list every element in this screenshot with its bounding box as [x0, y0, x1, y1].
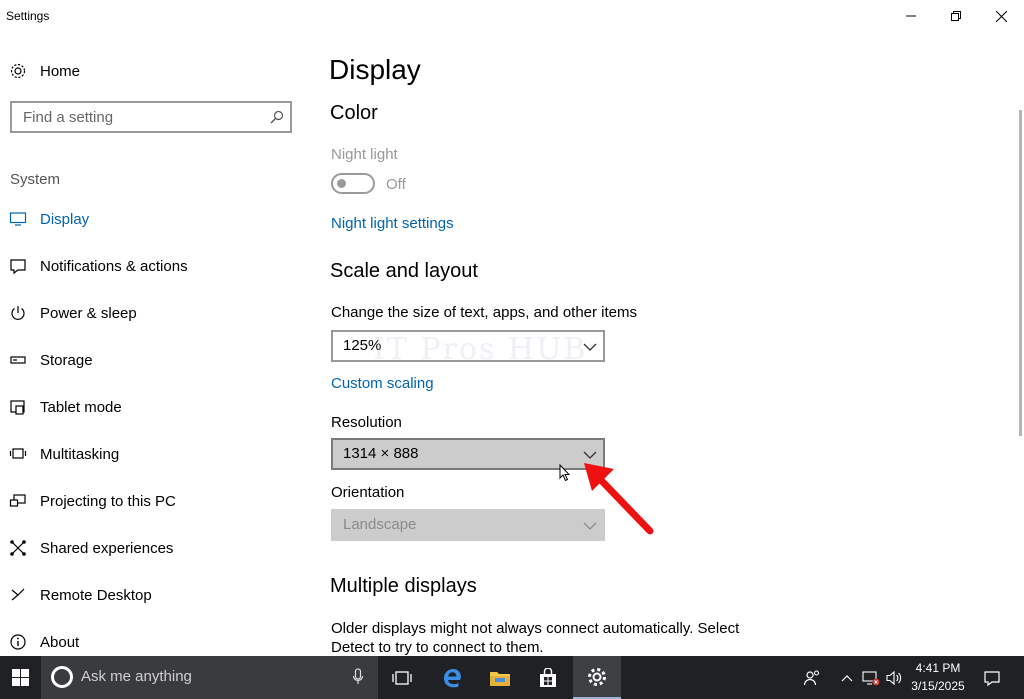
sidebar-item-tablet-mode[interactable]: Tablet mode — [0, 395, 310, 442]
action-center-icon — [984, 670, 1000, 686]
minimize-button[interactable] — [888, 0, 934, 32]
night-light-state: Off — [386, 176, 406, 193]
edge-icon — [444, 668, 461, 687]
network-button[interactable] — [860, 656, 882, 699]
home-label: Home — [40, 63, 81, 80]
orientation-dropdown[interactable]: Landscape — [331, 509, 605, 541]
sidebar-item-label: Multitasking — [40, 446, 120, 463]
sidebar-item-power-sleep[interactable]: Power & sleep — [0, 301, 310, 348]
scrollbar[interactable] — [1019, 110, 1022, 436]
taskbar: Ask me anything 4:41 PM 3/15/2025 — [0, 656, 1024, 699]
sidebar-item-multitasking[interactable]: Multitasking — [0, 442, 310, 489]
page-title: Display — [330, 54, 421, 85]
storage-icon — [10, 356, 26, 364]
file-explorer-taskbar-button[interactable] — [476, 656, 524, 699]
task-view-icon — [392, 670, 412, 685]
close-button[interactable] — [978, 0, 1024, 32]
sidebar-item-display[interactable]: Display — [0, 207, 310, 254]
shared-icon — [10, 540, 26, 556]
multitasking-icon — [9, 448, 27, 459]
sidebar-item-projecting[interactable]: Projecting to this PC — [0, 489, 310, 536]
power-icon — [11, 306, 25, 320]
tablet-icon — [10, 400, 25, 415]
restore-icon — [951, 11, 961, 21]
microphone-icon[interactable] — [352, 668, 364, 686]
windows-logo-icon — [11, 669, 29, 686]
taskbar-search-placeholder: Ask me anything — [81, 668, 192, 685]
main-content: Display Color Night light Off Night ligh… — [330, 32, 1020, 656]
sidebar-item-label: Tablet mode — [40, 399, 122, 416]
sidebar-item-label: Notifications & actions — [40, 258, 188, 275]
store-icon — [540, 667, 556, 687]
clock-time: 4:41 PM — [915, 661, 961, 675]
resolution-label: Resolution — [331, 414, 402, 431]
mouse-cursor-icon — [559, 464, 571, 482]
find-setting-input[interactable]: Find a setting — [10, 101, 292, 133]
close-icon — [995, 10, 1007, 22]
sidebar-item-label: Power & sleep — [40, 305, 137, 322]
home-nav-item[interactable]: Home — [0, 58, 300, 84]
chevron-up-icon — [841, 674, 853, 681]
network-disconnected-icon — [862, 670, 880, 685]
sidebar-item-remote-desktop[interactable]: Remote Desktop — [0, 583, 310, 630]
clock-date: 3/15/2025 — [911, 679, 965, 693]
multiple-displays-description: Older displays might not always connect … — [331, 620, 740, 656]
section-label-system: System — [10, 171, 61, 188]
orientation-label: Orientation — [331, 484, 405, 501]
project-icon — [9, 494, 26, 507]
remote-icon — [11, 588, 25, 601]
cortana-icon[interactable] — [51, 666, 73, 688]
file-explorer-icon — [490, 671, 510, 686]
store-taskbar-button[interactable] — [524, 656, 572, 699]
title-bar: Settings — [0, 0, 1024, 32]
action-center-button[interactable] — [978, 656, 1006, 699]
sidebar-item-label: Shared experiences — [40, 540, 174, 557]
night-light-settings-link[interactable]: Night light settings — [331, 215, 454, 232]
sidebar-item-shared-experiences[interactable]: Shared experiences — [0, 536, 310, 583]
sidebar-item-label: About — [40, 634, 80, 651]
orientation-value: Landscape — [343, 516, 417, 533]
sidebar-item-storage[interactable]: Storage — [0, 348, 310, 395]
show-hidden-icons-button[interactable] — [836, 656, 858, 699]
task-view-button[interactable] — [378, 656, 426, 699]
scale-layout-heading: Scale and layout — [330, 260, 478, 282]
color-heading: Color — [330, 102, 378, 124]
settings-icon — [588, 667, 606, 686]
resolution-value: 1314 × 888 — [343, 445, 419, 462]
people-icon — [803, 669, 820, 685]
taskbar-clock[interactable]: 4:41 PM 3/15/2025 — [902, 659, 974, 695]
sidebar: Home Find a setting System Display Notif… — [0, 32, 310, 656]
custom-scaling-link[interactable]: Custom scaling — [331, 375, 434, 392]
minimize-icon — [906, 15, 916, 17]
sidebar-nav: Display Notifications & actions Power & … — [0, 207, 310, 677]
gear-icon — [10, 63, 26, 79]
night-light-toggle[interactable] — [331, 173, 375, 194]
monitor-icon — [9, 212, 27, 226]
settings-taskbar-button[interactable] — [573, 656, 621, 699]
info-icon — [10, 634, 26, 650]
taskbar-search-box[interactable]: Ask me anything — [41, 656, 378, 699]
sidebar-item-label: Display — [40, 211, 90, 228]
toggle-knob — [337, 179, 346, 188]
night-light-label: Night light — [331, 146, 398, 163]
edge-taskbar-button[interactable] — [428, 656, 476, 699]
scale-label: Change the size of text, apps, and other… — [331, 304, 638, 321]
sidebar-item-label: Remote Desktop — [40, 587, 152, 604]
start-button[interactable] — [0, 656, 40, 699]
multiple-displays-heading: Multiple displays — [330, 575, 477, 597]
sidebar-item-label: Projecting to this PC — [40, 493, 176, 510]
sidebar-item-notifications[interactable]: Notifications & actions — [0, 254, 310, 301]
search-placeholder: Find a setting — [23, 109, 114, 126]
speaker-icon — [886, 670, 902, 685]
sidebar-item-label: Storage — [40, 352, 93, 369]
restore-button[interactable] — [933, 0, 979, 32]
watermark-text: IT Pros HUB — [373, 332, 588, 367]
people-button[interactable] — [798, 656, 826, 699]
search-icon[interactable] — [270, 110, 284, 124]
window-title: Settings — [6, 9, 50, 23]
red-arrow-annotation — [584, 463, 654, 535]
notification-icon — [10, 259, 26, 275]
